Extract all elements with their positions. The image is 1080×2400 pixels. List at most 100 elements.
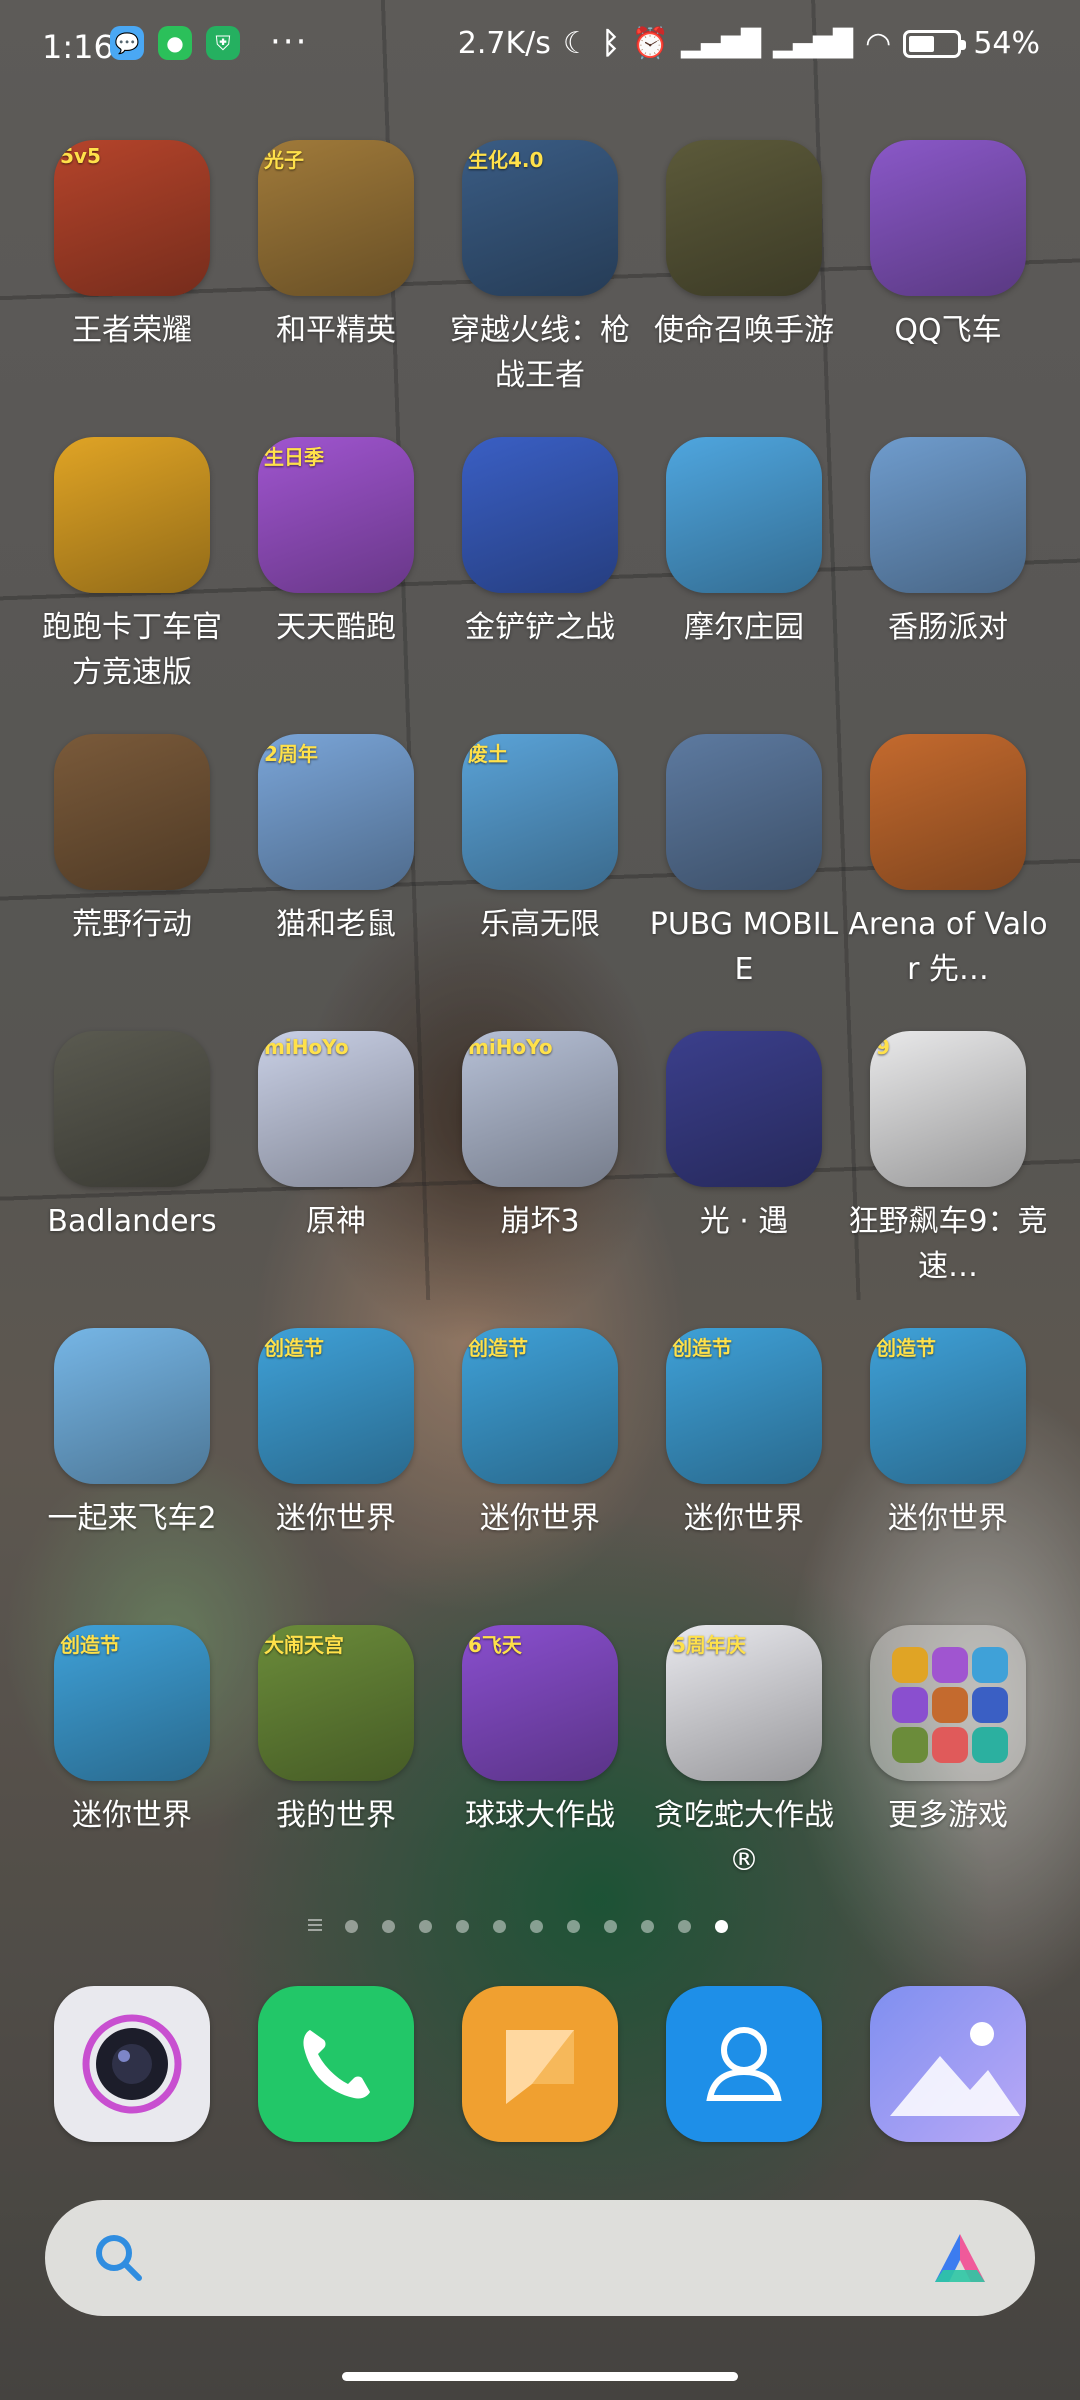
page-dot bbox=[382, 1920, 395, 1933]
page-indicator-lines-icon bbox=[308, 1919, 322, 1933]
page-dot bbox=[641, 1920, 654, 1933]
app-artwork bbox=[54, 1328, 210, 1484]
app-label: 天天酷跑 bbox=[276, 610, 396, 645]
qq-speed-icon bbox=[870, 140, 1026, 296]
icon-badge-text: 5周年庆 bbox=[672, 1633, 746, 1657]
folder-app-icon bbox=[932, 1687, 968, 1723]
mini-world-icon: 创造节 bbox=[258, 1328, 414, 1484]
app-honkai-impact-3[interactable]: miHoYo 崩坏3 bbox=[438, 1031, 642, 1244]
app-label: 猫和老鼠 bbox=[276, 907, 396, 942]
app-folder-games[interactable]: 更多游戏 bbox=[846, 1625, 1050, 1838]
signal-hd-icon: ▂▄▆█ bbox=[681, 28, 762, 59]
app-game-for-peace[interactable]: 光子 和平精英 bbox=[234, 140, 438, 353]
mini-world-icon: 创造节 bbox=[870, 1328, 1026, 1484]
folder-app-icon bbox=[892, 1647, 928, 1683]
wechat-icon: ● bbox=[158, 26, 192, 60]
app-mini-world[interactable]: 创造节 迷你世界 bbox=[234, 1328, 438, 1541]
daily-parkour-icon: 生日季 bbox=[258, 437, 414, 593]
icon-badge-text: 创造节 bbox=[264, 1336, 324, 1360]
phone-icon bbox=[258, 1986, 414, 2142]
app-sausage-party[interactable]: 香肠派对 bbox=[846, 437, 1050, 650]
page-dot bbox=[419, 1920, 432, 1933]
app-honor-of-kings[interactable]: 5v5 王者荣耀 bbox=[30, 140, 234, 353]
icon-badge-text: 废土 bbox=[468, 742, 508, 766]
app-knives-out[interactable]: 荒野行动 bbox=[30, 734, 234, 947]
dock-camera[interactable] bbox=[30, 1986, 234, 2142]
page-dot bbox=[493, 1920, 506, 1933]
app-label: 狂野飙车9：竞速… bbox=[848, 1204, 1048, 1284]
sky-children-of-light-icon bbox=[666, 1031, 822, 1187]
icon-badge-text: 创造节 bbox=[876, 1336, 936, 1360]
folder-app-icon bbox=[972, 1687, 1008, 1723]
dock-messages[interactable] bbox=[438, 1986, 642, 2142]
app-label: Badlanders bbox=[47, 1204, 217, 1239]
app-label: 贪吃蛇大作战® bbox=[654, 1798, 834, 1878]
app-badlanders[interactable]: Badlanders bbox=[30, 1031, 234, 1244]
app-artwork bbox=[870, 140, 1026, 296]
game-for-peace-icon: 光子 bbox=[258, 140, 414, 296]
app-speed-drifters-2[interactable]: 一起来飞车2 bbox=[30, 1328, 234, 1541]
app-mini-world[interactable]: 创造节 迷你世界 bbox=[438, 1328, 642, 1541]
page-dot bbox=[345, 1920, 358, 1933]
app-kartrider[interactable]: 跑跑卡丁车官方竞速版 bbox=[30, 437, 234, 695]
icon-badge-text: 大闹天宫 bbox=[264, 1633, 344, 1657]
app-sky-children-of-light[interactable]: 光 · 遇 bbox=[642, 1031, 846, 1244]
app-mole-manor[interactable]: 摩尔庄园 bbox=[642, 437, 846, 650]
app-artwork bbox=[666, 734, 822, 890]
app-label: 摩尔庄园 bbox=[684, 610, 804, 645]
app-arena-of-valor[interactable]: Arena of Valor 先… bbox=[846, 734, 1050, 992]
dock-gallery[interactable] bbox=[846, 1986, 1050, 2142]
app-battle-of-balls[interactable]: 6飞天 球球大作战 bbox=[438, 1625, 642, 1838]
app-qq-speed[interactable]: QQ飞车 bbox=[846, 140, 1050, 353]
app-tom-and-jerry[interactable]: 2周年 猫和老鼠 bbox=[234, 734, 438, 947]
app-label: 迷你世界 bbox=[72, 1798, 192, 1833]
arena-of-valor-icon bbox=[870, 734, 1026, 890]
app-daily-parkour[interactable]: 生日季 天天酷跑 bbox=[234, 437, 438, 650]
app-call-of-duty[interactable]: 使命召唤手游 bbox=[642, 140, 846, 353]
alarm-icon: ⏰ bbox=[631, 26, 670, 61]
kartrider-icon bbox=[54, 437, 210, 593]
app-label: 球球大作战 bbox=[465, 1798, 615, 1833]
sausage-party-icon bbox=[870, 437, 1026, 593]
app-asphalt-9[interactable]: 9 狂野飙车9：竞速… bbox=[846, 1031, 1050, 1289]
app-pubg-mobile[interactable]: PUBG MOBILE bbox=[642, 734, 846, 992]
call-of-duty-icon bbox=[666, 140, 822, 296]
asphalt-9-icon: 9 bbox=[870, 1031, 1026, 1187]
app-label: 和平精英 bbox=[276, 313, 396, 348]
bluetooth-icon: ᛒ bbox=[601, 26, 620, 61]
app-label: 香肠派对 bbox=[888, 610, 1008, 645]
app-genshin-impact[interactable]: miHoYo 原神 bbox=[234, 1031, 438, 1244]
icon-badge-text: 9 bbox=[876, 1035, 890, 1059]
app-snake-vs[interactable]: 5周年庆贪吃蛇大作战® bbox=[642, 1625, 846, 1883]
app-crossfire[interactable]: 生化4.0 穿越火线：枪战王者 bbox=[438, 140, 642, 398]
dock-contacts[interactable] bbox=[642, 1986, 846, 2142]
page-dot bbox=[456, 1920, 469, 1933]
app-golden-spatula[interactable]: 金铲铲之战 bbox=[438, 437, 642, 650]
messages-icon bbox=[462, 1986, 618, 2142]
app-label: Arena of Valor 先… bbox=[848, 907, 1048, 987]
golden-spatula-icon bbox=[462, 437, 618, 593]
mole-manor-icon bbox=[666, 437, 822, 593]
net-speed: 2.7K/s bbox=[457, 26, 551, 61]
page-dot bbox=[530, 1920, 543, 1933]
app-mini-world[interactable]: 创造节 迷你世界 bbox=[642, 1328, 846, 1541]
home-indicator[interactable] bbox=[342, 2372, 738, 2381]
app-minecraft[interactable]: 大闹天宫 我的世界 bbox=[234, 1625, 438, 1838]
app-artwork bbox=[870, 734, 1026, 890]
app-mini-world[interactable]: 创造节 迷你世界 bbox=[30, 1625, 234, 1838]
app-lego-infinity[interactable]: 废土 乐高无限 bbox=[438, 734, 642, 947]
app-mini-world[interactable]: 创造节 迷你世界 bbox=[846, 1328, 1050, 1541]
app-label: 崩坏3 bbox=[500, 1204, 580, 1239]
assistant-icon[interactable] bbox=[927, 2230, 993, 2286]
folder-app-icon bbox=[892, 1687, 928, 1723]
page-indicator[interactable] bbox=[0, 1916, 1080, 1936]
dock-phone[interactable] bbox=[234, 1986, 438, 2142]
mini-world-icon: 创造节 bbox=[462, 1328, 618, 1484]
app-label: 使命召唤手游 bbox=[654, 313, 834, 348]
wifi-icon: ◠ bbox=[865, 26, 892, 61]
page-dot bbox=[567, 1920, 580, 1933]
search-bar[interactable] bbox=[45, 2200, 1035, 2316]
app-artwork bbox=[870, 1031, 1026, 1187]
icon-badge-text: miHoYo bbox=[468, 1035, 553, 1059]
app-label: 金铲铲之战 bbox=[465, 610, 615, 645]
